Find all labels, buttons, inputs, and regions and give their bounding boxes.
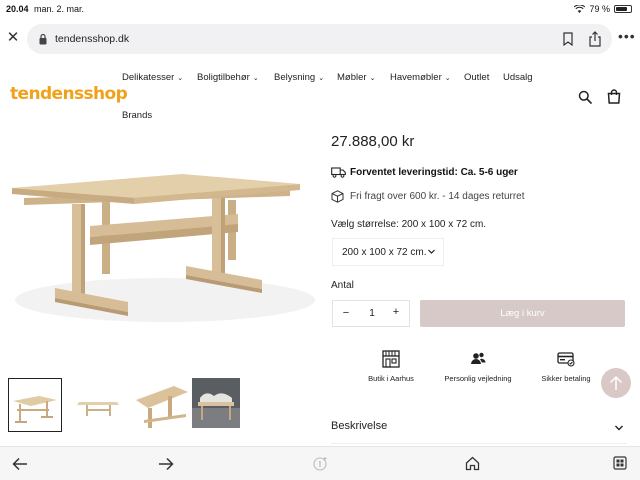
forward-arrow-icon[interactable] <box>158 457 174 471</box>
feature-store: Butik i Aarhus <box>351 350 431 383</box>
chevron-down-icon: ⌄ <box>318 75 325 82</box>
feature-payment: Sikker betaling <box>526 350 606 383</box>
divider <box>331 443 627 444</box>
bookmark-icon[interactable] <box>562 32 574 46</box>
info-plus-icon <box>313 457 327 471</box>
chevron-down-icon[interactable] <box>614 423 624 433</box>
feature-guidance: Personlig vejledning <box>438 350 518 383</box>
status-bar: 20.04 man. 2. mar. 79 % <box>0 0 640 18</box>
browser-url-bar: ✕ tendensshop.dk ••• <box>0 18 640 62</box>
home-icon[interactable] <box>465 456 480 471</box>
nav-item-brands[interactable]: Brands <box>122 110 152 121</box>
status-time: 20.04 <box>6 4 29 14</box>
site-header: tendensshop Delikatesser ⌄ Boligtilbehør ⌄… <box>0 62 640 132</box>
package-icon <box>331 190 344 203</box>
battery-percent: 79 % <box>589 4 610 14</box>
feature-guidance-label: Personlig vejledning <box>444 374 512 383</box>
battery-icon <box>614 5 632 13</box>
feature-payment-label: Sikker betaling <box>541 374 591 383</box>
chevron-down-icon: ⌄ <box>177 75 184 82</box>
delivery-dash: - <box>507 167 511 178</box>
more-icon[interactable]: ••• <box>618 29 636 43</box>
wifi-icon <box>574 5 586 13</box>
thumbnail-4[interactable] <box>192 378 246 432</box>
close-icon[interactable]: ✕ <box>6 30 20 45</box>
back-arrow-icon[interactable] <box>12 457 28 471</box>
nav-item-udsalg[interactable]: Udsalg <box>503 72 533 83</box>
search-icon[interactable] <box>578 90 592 104</box>
site-logo[interactable]: tendensshop <box>10 84 128 104</box>
freight-text: Fri fragt over 600 kr. - 14 dages returr… <box>350 191 525 202</box>
quantity-decrease-button[interactable]: − <box>341 307 351 319</box>
thumbnail-1[interactable] <box>8 378 62 432</box>
nav-item-mobler[interactable]: Møbler ⌄ <box>337 72 375 83</box>
nav-item-outlet[interactable]: Outlet <box>464 72 489 83</box>
address-field[interactable]: tendensshop.dk <box>27 24 612 54</box>
feature-list: Butik i Aarhus Personlig vejledning Sikk… <box>356 350 626 390</box>
product-price: 27.888,00 kr <box>331 133 415 150</box>
description-toggle[interactable]: Beskrivelse <box>331 420 387 432</box>
chevron-down-icon: ⌄ <box>252 75 259 82</box>
nav-item-belysning[interactable]: Belysning ⌄ <box>274 72 324 83</box>
store-icon <box>382 350 400 368</box>
status-right: 79 % <box>574 4 632 14</box>
quantity-label: Antal <box>331 280 354 291</box>
nav-item-boligtilbehor[interactable]: Boligtilbehør ⌄ <box>197 72 259 83</box>
status-date: man. 2. mar. <box>34 4 85 14</box>
browser-toolbar <box>0 446 640 480</box>
add-to-cart-button[interactable]: Læg i kurv <box>420 300 625 327</box>
truck-icon <box>331 167 346 178</box>
quantity-increase-button[interactable]: + <box>391 306 401 318</box>
arrow-up-icon <box>609 375 623 390</box>
tabs-icon[interactable] <box>613 456 627 470</box>
feature-store-label: Butik i Aarhus <box>368 374 414 383</box>
card-icon <box>557 352 575 367</box>
product-main-image[interactable] <box>0 140 320 360</box>
chevron-down-icon: ⌄ <box>369 75 376 82</box>
delivery-time: Forventet leveringstid: Ca. 5-6 uger <box>350 167 518 178</box>
chevron-down-icon <box>428 249 435 254</box>
thumbnail-2[interactable] <box>71 378 125 432</box>
size-select-value: 200 x 100 x 72 cm. <box>342 247 427 258</box>
shopping-bag-icon[interactable] <box>607 89 621 104</box>
nav-item-havemobler[interactable]: Havemøbler ⌄ <box>390 72 451 83</box>
quantity-stepper: − 1 + <box>332 300 410 327</box>
size-select[interactable]: 200 x 100 x 72 cm. <box>332 238 444 266</box>
nav-item-delikatesser[interactable]: Delikatesser ⌄ <box>122 72 183 83</box>
lock-icon <box>39 33 47 45</box>
people-icon <box>471 352 486 364</box>
share-icon[interactable] <box>588 31 602 47</box>
url-text: tendensshop.dk <box>55 33 130 45</box>
scroll-to-top-button[interactable] <box>601 368 631 398</box>
thumbnail-3[interactable] <box>134 378 188 432</box>
size-label: Vælg størrelse: 200 x 100 x 72 cm. <box>331 219 487 230</box>
quantity-value[interactable]: 1 <box>367 308 377 319</box>
chevron-down-icon: ⌄ <box>444 75 451 82</box>
